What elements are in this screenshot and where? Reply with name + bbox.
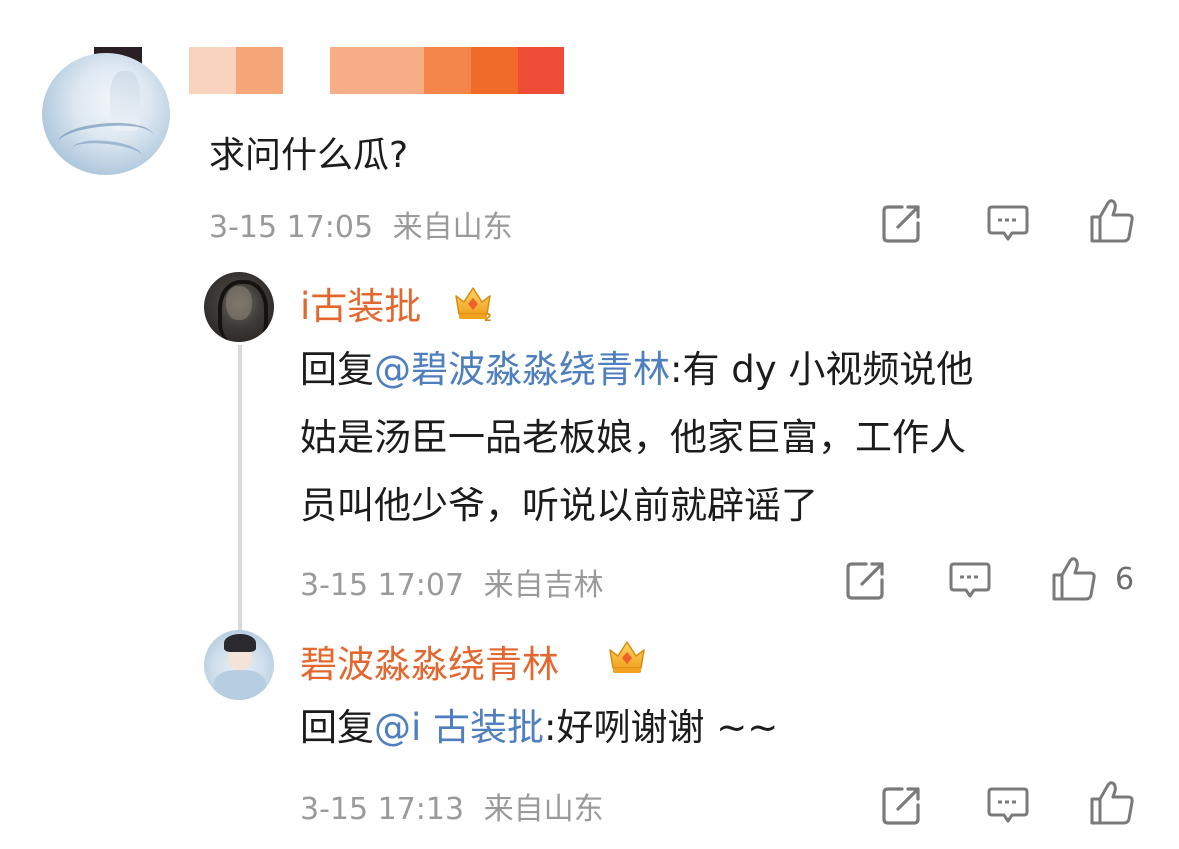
reply-meta: 3-15 17:07 来自吉林 [300, 560, 604, 604]
like-icon[interactable] [1088, 779, 1136, 827]
reply-text: 回复@i 古装批:好咧谢谢 ~~ [300, 694, 778, 762]
reply-avatar[interactable] [204, 630, 274, 700]
mention-link[interactable]: @i 古装批 [374, 706, 544, 749]
like-count: 6 [1115, 562, 1135, 597]
reply-text: 回复@碧波淼淼绕青林:有 dy 小视频说他 姑是汤臣一品老板娘，他家巨富，工作人… [300, 336, 1140, 540]
censored-username[interactable] [94, 47, 564, 94]
reply-location: 来自吉林 [483, 568, 604, 603]
comment-icon[interactable] [984, 781, 1032, 829]
crown-badge-icon: 2 [451, 280, 495, 324]
comment-icon[interactable] [984, 199, 1032, 247]
reply-text-line: 姑是汤臣一品老板娘，他家巨富，工作人 [300, 416, 966, 459]
comment-meta: 3-15 17:05 来自山东 [209, 202, 513, 246]
reply-avatar[interactable] [204, 272, 274, 342]
comment-icon[interactable] [946, 556, 994, 604]
reply-username[interactable]: i古装批 [300, 276, 421, 330]
badge-level: 2 [484, 311, 492, 324]
like-icon[interactable] [1088, 197, 1136, 245]
avatar[interactable] [42, 53, 170, 175]
reply-location: 来自山东 [483, 792, 604, 827]
share-icon[interactable] [842, 556, 890, 604]
reply-prefix: 回复 [300, 348, 374, 391]
reply-text-line: :好咧谢谢 ~~ [544, 706, 779, 749]
like-icon[interactable] [1050, 555, 1098, 603]
reply-meta: 3-15 17:13 来自山东 [300, 784, 604, 828]
comment-location: 来自山东 [392, 210, 513, 245]
share-icon[interactable] [878, 199, 926, 247]
share-icon[interactable] [878, 781, 926, 829]
reply-username[interactable]: 碧波淼淼绕青林 [300, 634, 559, 688]
reply-text-line: 员叫他少爷，听说以前就辟谣了 [300, 484, 818, 527]
comment-time: 3-15 17:05 [209, 210, 374, 245]
reply-time: 3-15 17:07 [300, 568, 465, 603]
reply-time: 3-15 17:13 [300, 792, 465, 827]
reply-prefix: 回复 [300, 706, 374, 749]
reply-text-line: :有 dy 小视频说他 [670, 348, 974, 391]
mention-link[interactable]: @碧波淼淼绕青林 [374, 348, 670, 391]
comment-text: 求问什么瓜? [209, 135, 409, 176]
crown-badge-icon [605, 634, 649, 678]
thread-line [238, 345, 242, 635]
